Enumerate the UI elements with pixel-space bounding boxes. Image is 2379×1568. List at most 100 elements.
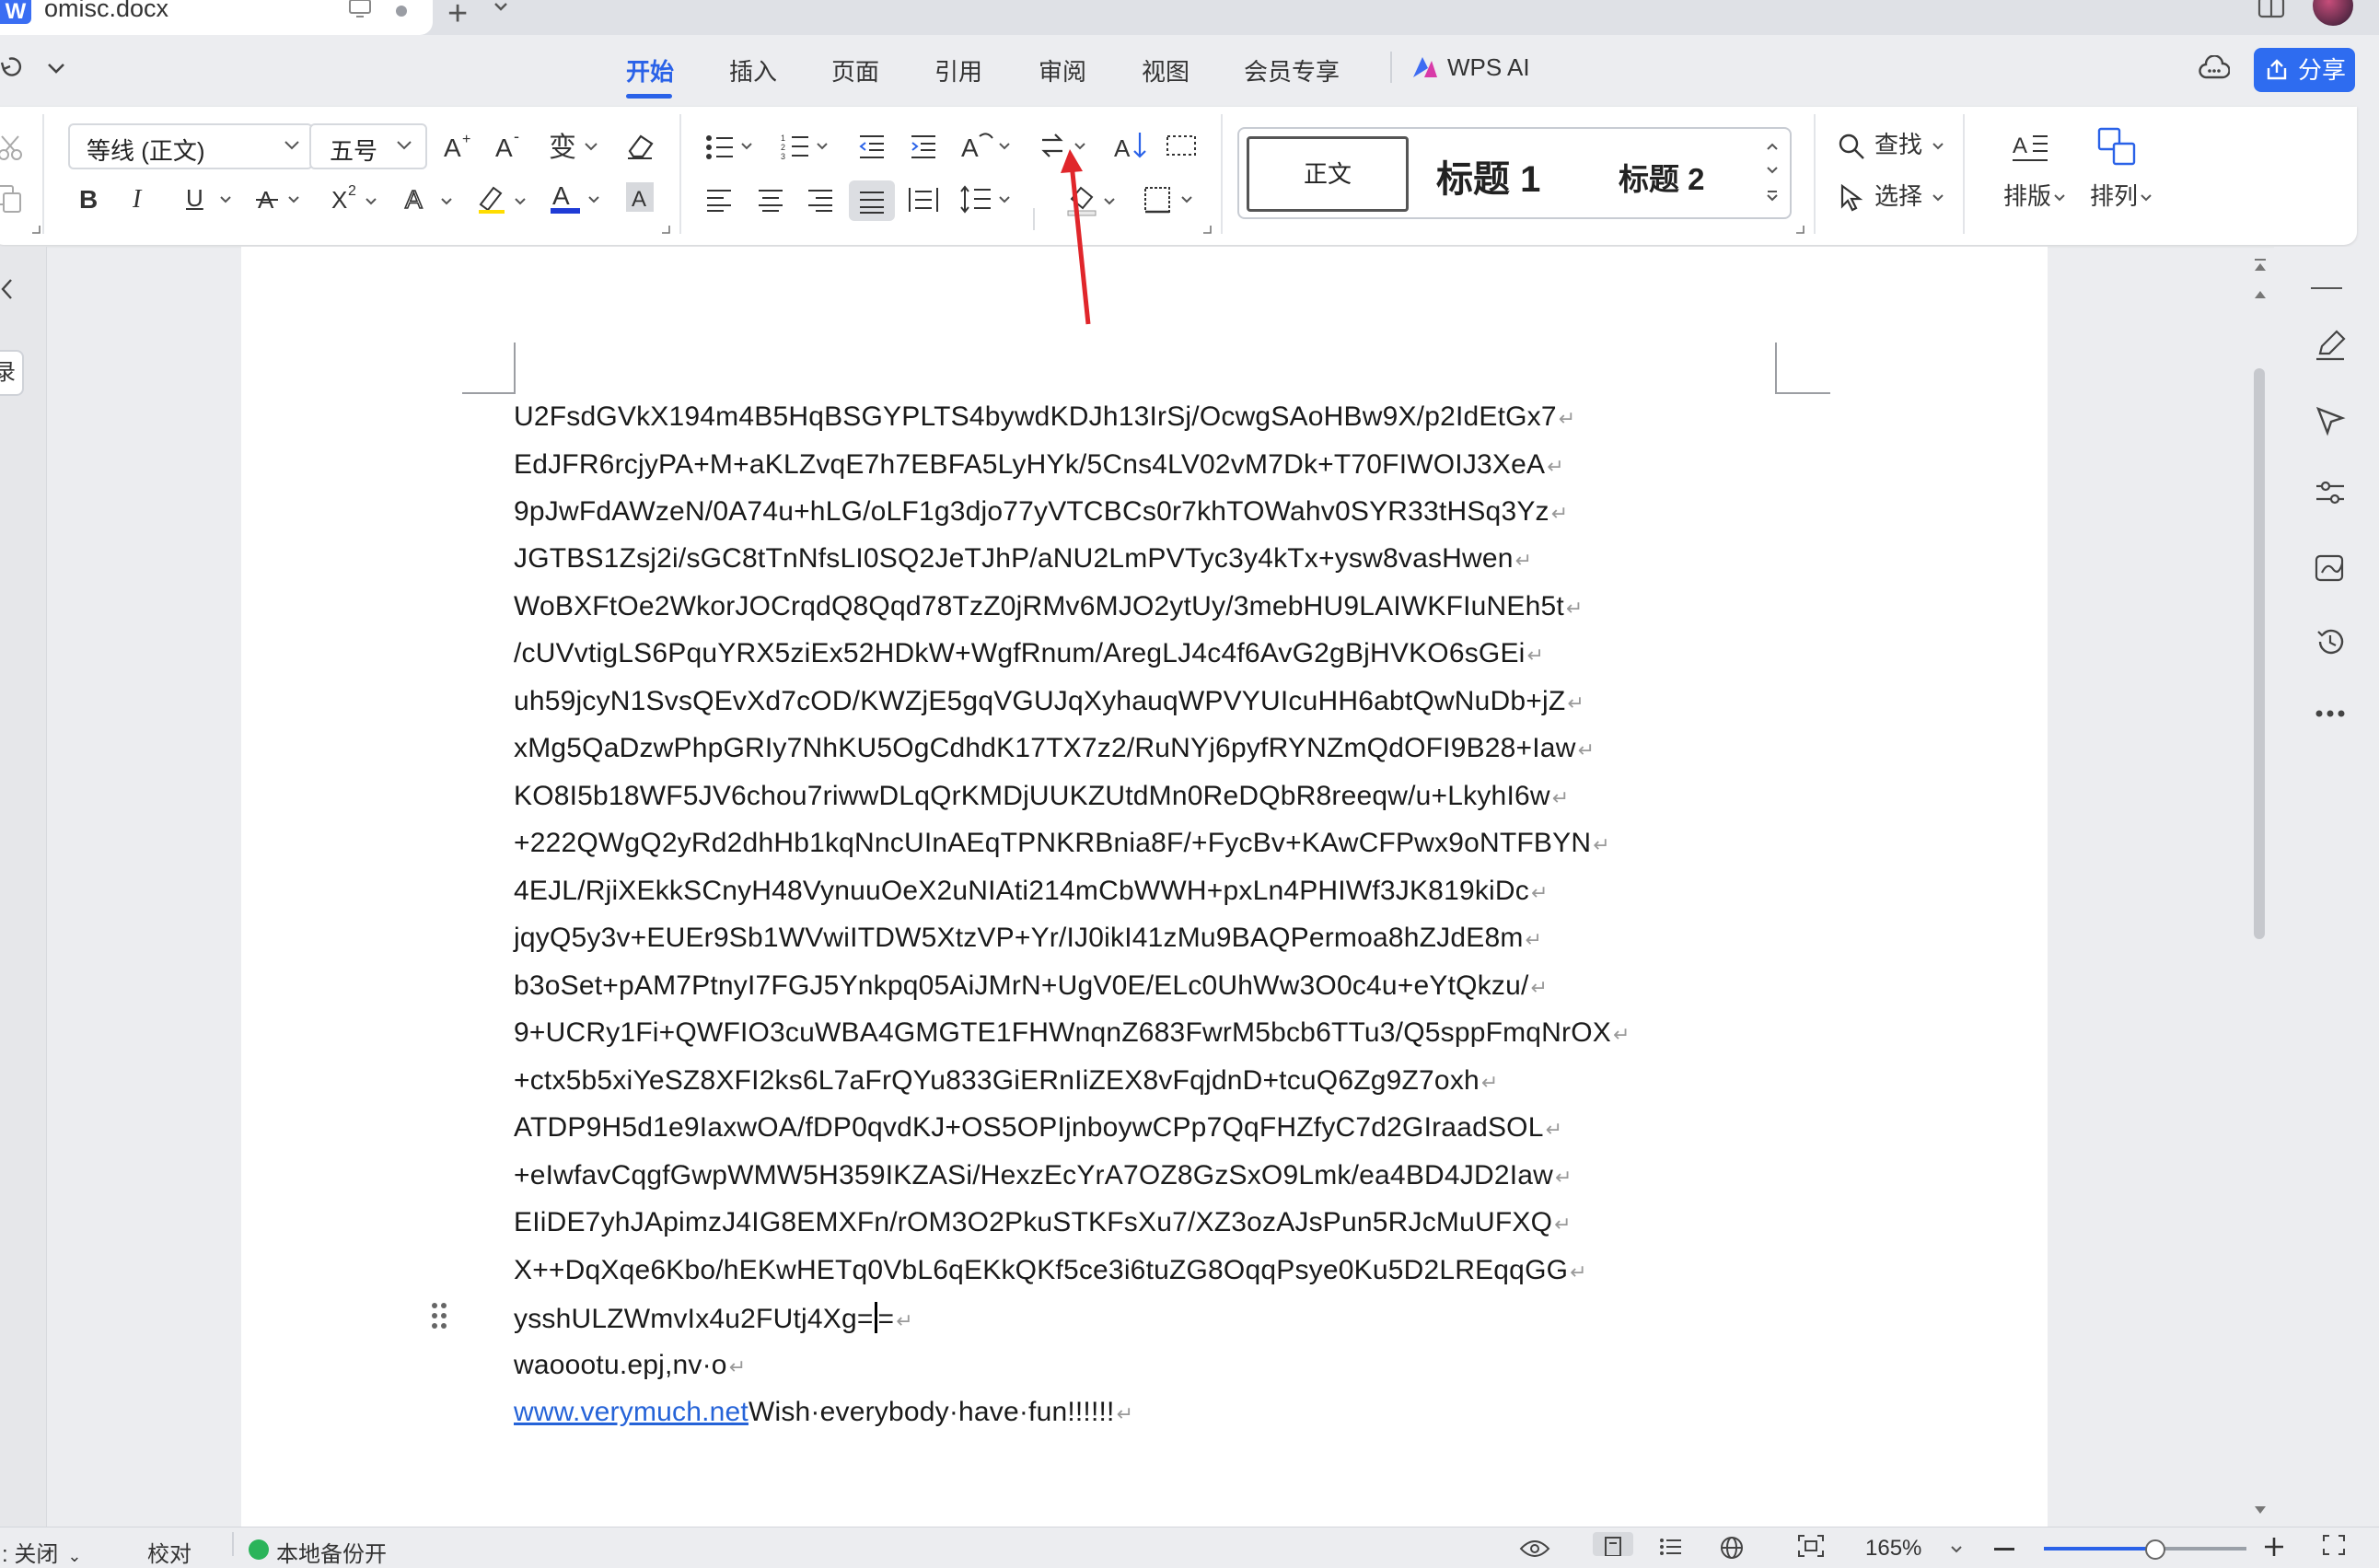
redo-icon[interactable] bbox=[0, 55, 24, 79]
decrease-indent-icon[interactable] bbox=[858, 133, 886, 160]
underline-chevron-down-icon[interactable] bbox=[219, 195, 232, 204]
hyperlink[interactable]: www.verymuch.net bbox=[514, 1397, 749, 1427]
scroll-up-icon[interactable] bbox=[2254, 289, 2267, 300]
local-backup-status[interactable]: 本地备份开 bbox=[276, 1536, 387, 1568]
justify-button[interactable] bbox=[849, 180, 895, 221]
scroll-down-icon[interactable] bbox=[2254, 1504, 2267, 1516]
phonetic-guide-icon[interactable]: 变 bbox=[549, 129, 600, 160]
document-tab[interactable]: W omisc.docx bbox=[0, 0, 433, 35]
bold-button[interactable]: B bbox=[79, 186, 98, 214]
tab-insert[interactable]: 插入 bbox=[729, 53, 777, 87]
tab-view[interactable]: 视图 bbox=[1142, 53, 1190, 87]
zoom-out-icon[interactable] bbox=[1994, 1548, 2014, 1551]
character-shading-button[interactable]: A bbox=[626, 182, 654, 212]
layout-panel-icon[interactable] bbox=[2257, 0, 2285, 18]
align-center-icon[interactable] bbox=[757, 188, 784, 212]
zoom-in-icon[interactable] bbox=[2263, 1536, 2285, 1558]
font-size-select[interactable]: 五号 bbox=[309, 123, 427, 169]
edit-pen-icon[interactable] bbox=[2315, 330, 2346, 361]
more-options-icon[interactable] bbox=[2315, 709, 2346, 718]
collapse-panel-chevron-left-icon[interactable] bbox=[0, 278, 13, 300]
numbered-list-icon[interactable]: 123 bbox=[781, 133, 834, 160]
arrange-button[interactable]: 排列 bbox=[2090, 182, 2138, 210]
distributed-align-icon[interactable] bbox=[908, 186, 939, 214]
select-cursor-icon[interactable] bbox=[1839, 184, 1865, 212]
style-heading-1[interactable]: 标题 1 bbox=[1436, 149, 1540, 203]
clear-formatting-eraser-icon[interactable] bbox=[624, 133, 656, 160]
find-chevron-down-icon[interactable] bbox=[1932, 142, 1944, 151]
proofread-button[interactable]: 校对 bbox=[147, 1536, 191, 1568]
font-name-select[interactable]: 等线 (正文) bbox=[68, 123, 313, 169]
tab-review[interactable]: 审阅 bbox=[1039, 53, 1086, 87]
quick-access-chevron-down-icon[interactable] bbox=[46, 63, 66, 75]
outline-view-icon[interactable] bbox=[1659, 1538, 1683, 1556]
arrange-icon[interactable] bbox=[2097, 127, 2138, 168]
monitor-icon[interactable] bbox=[348, 0, 372, 18]
decrease-font-size-icon[interactable]: A- bbox=[495, 131, 527, 160]
page-view-button[interactable] bbox=[1593, 1532, 1633, 1556]
eye-protection-icon[interactable] bbox=[1519, 1539, 1550, 1558]
align-right-icon[interactable] bbox=[807, 188, 834, 212]
clipboard-group-expand-icon[interactable] bbox=[31, 225, 41, 234]
new-tab-button[interactable]: + bbox=[447, 0, 468, 31]
sort-icon[interactable]: A bbox=[1114, 131, 1147, 160]
zoom-slider-knob[interactable] bbox=[2145, 1539, 2165, 1560]
borders-icon[interactable] bbox=[1143, 186, 1199, 214]
layout-button[interactable]: 排版 bbox=[2003, 182, 2051, 210]
spell-check-toggle[interactable]: ·: 关闭⌄ bbox=[0, 1536, 81, 1568]
increase-font-size-icon[interactable]: A + bbox=[444, 131, 475, 160]
zoom-level[interactable]: 165% bbox=[1865, 1536, 1921, 1562]
font-group-expand-icon[interactable] bbox=[661, 225, 670, 234]
history-clock-icon[interactable] bbox=[2315, 626, 2346, 657]
highlight-color-icon[interactable] bbox=[477, 182, 532, 215]
align-left-icon[interactable] bbox=[705, 188, 733, 212]
style-scroll-up-icon[interactable] bbox=[1766, 142, 1779, 151]
tab-wps-ai[interactable]: WPS AI bbox=[1447, 53, 1530, 82]
search-icon[interactable] bbox=[1838, 133, 1865, 160]
copy-icon[interactable] bbox=[0, 184, 24, 214]
cloud-sync-icon[interactable] bbox=[2199, 55, 2230, 81]
text-direction-icon[interactable]: A bbox=[959, 129, 1015, 160]
text-effect-icon[interactable]: A bbox=[403, 182, 457, 214]
style-heading-2[interactable]: 标题 2 bbox=[1619, 155, 1705, 199]
style-gallery-more-icon[interactable] bbox=[1766, 190, 1779, 203]
zoom-chevron-down-icon[interactable] bbox=[1950, 1545, 1963, 1554]
select-button[interactable]: 选择 bbox=[1874, 182, 1922, 210]
scrollbar-thumb[interactable] bbox=[2254, 368, 2265, 939]
tab-home[interactable]: 开始 bbox=[626, 53, 674, 87]
strikethrough-icon[interactable]: A bbox=[256, 184, 304, 214]
tab-references[interactable]: 引用 bbox=[934, 53, 982, 87]
zoom-slider-fill[interactable] bbox=[2044, 1547, 2154, 1551]
fullscreen-icon[interactable] bbox=[2322, 1534, 2346, 1556]
table-of-contents-button[interactable]: 录 bbox=[0, 350, 24, 396]
tab-list-chevron-down-icon[interactable] bbox=[493, 2, 509, 13]
arrange-chevron-down-icon[interactable] bbox=[2140, 193, 2153, 203]
styles-group-expand-icon[interactable] bbox=[1795, 225, 1805, 234]
adjust-sliders-icon[interactable] bbox=[2315, 479, 2346, 506]
tab-member-exclusive[interactable]: 会员专享 bbox=[1244, 53, 1340, 87]
font-color-icon[interactable]: A bbox=[551, 180, 606, 215]
zoom-slider-track[interactable] bbox=[2154, 1547, 2246, 1551]
cut-icon[interactable] bbox=[0, 134, 24, 162]
show-hide-marks-icon[interactable] bbox=[1166, 134, 1197, 158]
line-spacing-icon[interactable] bbox=[957, 184, 1018, 215]
style-normal[interactable]: 正文 bbox=[1247, 136, 1409, 212]
unsaved-dot-icon[interactable] bbox=[396, 6, 407, 17]
fit-page-icon[interactable] bbox=[1797, 1534, 1825, 1558]
tab-page[interactable]: 页面 bbox=[831, 53, 879, 87]
paragraph-group-expand-icon[interactable] bbox=[1202, 225, 1212, 234]
web-view-globe-icon[interactable] bbox=[1720, 1536, 1744, 1560]
scroll-to-top-icon[interactable] bbox=[2254, 258, 2267, 276]
panel-collapse-icon[interactable] bbox=[2311, 287, 2342, 289]
share-button[interactable]: 分享 bbox=[2254, 48, 2355, 92]
increase-indent-icon[interactable] bbox=[910, 133, 937, 160]
image-edit-icon[interactable] bbox=[2315, 552, 2346, 584]
italic-button[interactable]: I bbox=[133, 186, 141, 214]
underline-button[interactable]: U bbox=[186, 184, 203, 212]
bullet-list-icon[interactable] bbox=[705, 134, 759, 160]
superscript-icon[interactable]: X2 bbox=[330, 182, 383, 214]
find-button[interactable]: 查找 bbox=[1874, 131, 1922, 158]
paragraph-drag-handle-icon[interactable] bbox=[431, 1302, 447, 1330]
pointer-select-icon[interactable] bbox=[2315, 405, 2346, 436]
style-scroll-down-icon[interactable] bbox=[1766, 166, 1779, 175]
